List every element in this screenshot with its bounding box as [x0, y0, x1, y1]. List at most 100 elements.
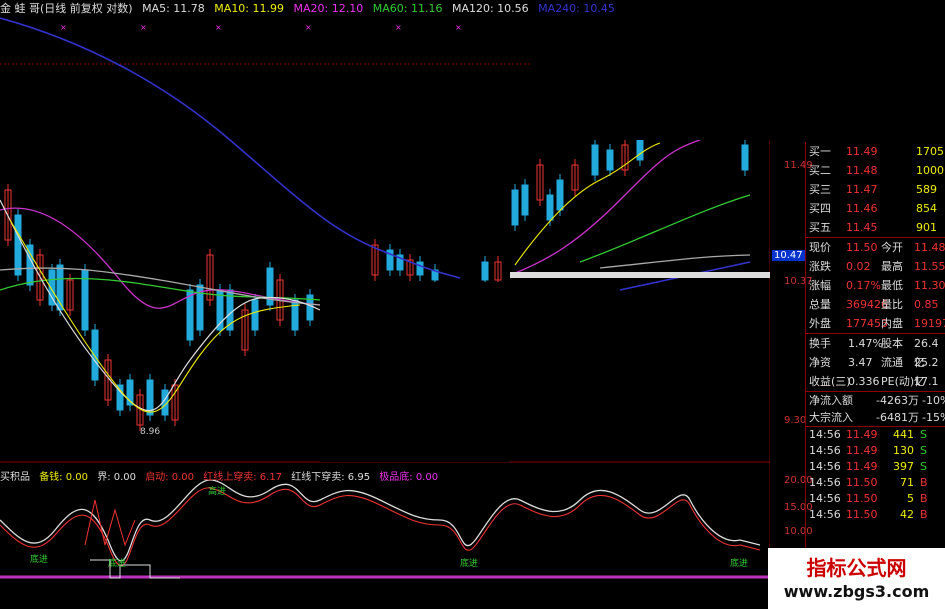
- trade-volume: 71: [900, 476, 914, 489]
- ma120-label: MA120: 10.56: [451, 2, 529, 15]
- trade-volume: 441: [893, 428, 914, 441]
- trade-row: 14:56 11.50 5 B: [806, 491, 945, 507]
- svg-text:×: ×: [455, 23, 462, 32]
- stats-list: 现价 11.50 今开 11.48 涨跌 0.02 最高 11.55 涨幅 0.17% 最低 11.3…: [806, 238, 945, 333]
- price-axis: 11.49 10.47 10.37 9.30 20.00 15.00 10.00: [760, 0, 813, 609]
- indicator-name: 买积品: [0, 472, 30, 483]
- stat-row: 现价 11.50 今开 11.48: [806, 238, 945, 257]
- stat-row: 涨跌 0.02 最高 11.55: [806, 257, 945, 276]
- indicator-white-line: [0, 479, 761, 562]
- bid-volume: 589: [916, 183, 937, 196]
- ma240-label: MA240: 10.45: [538, 2, 615, 15]
- trade-row: 14:56 11.50 71 B: [806, 475, 945, 491]
- bid-volume: 1705: [916, 145, 944, 158]
- trade-price: 11.49: [846, 460, 878, 473]
- stat-label: 净资: [809, 356, 831, 369]
- stat-value: 0.85: [914, 298, 939, 311]
- price-chart[interactable]: 8.96 × × × × × ×: [0, 0, 770, 609]
- bid-row: 买三 11.47 589: [806, 180, 945, 199]
- svg-text:×: ×: [395, 23, 402, 32]
- trade-price: 11.50: [846, 492, 878, 505]
- stat-label: 现价: [809, 241, 831, 254]
- stat-value: 11.50: [846, 241, 878, 254]
- stat-value: 0.02: [846, 260, 871, 273]
- flow-row: 大宗流入 -6481万-15%: [806, 409, 945, 426]
- stat-label: PE(动): [881, 375, 915, 388]
- trade-time: 14:56: [809, 508, 841, 521]
- trade-price: 11.50: [846, 476, 878, 489]
- signal-marker: 底进: [108, 559, 127, 569]
- signal-marker: 高进: [208, 487, 227, 497]
- bid-label: 买三: [809, 183, 831, 196]
- low-price-label: 8.96: [140, 427, 160, 437]
- bid-price: 11.49: [846, 145, 878, 158]
- signal-marker: 底进: [460, 559, 479, 569]
- bid-price: 11.45: [846, 221, 878, 234]
- signal-marker: 底进: [30, 555, 49, 565]
- stat-row: 净资 3.47 流通 25.2亿: [806, 353, 945, 388]
- trade-list: 14:56 11.49 441 S 14:56 11.49 130 S 14:56 11.49 39…: [806, 427, 945, 523]
- stat-label: 外盘: [809, 317, 831, 330]
- trade-volume: 42: [900, 508, 914, 521]
- bid-price: 11.47: [846, 183, 878, 196]
- watermark-url: www.zbgs3.com: [783, 582, 930, 601]
- trade-volume: 397: [893, 460, 914, 473]
- trade-price: 11.49: [846, 428, 878, 441]
- indicator-item: 启动: 0.00: [145, 472, 195, 483]
- trade-price: 11.50: [846, 508, 878, 521]
- ma60-label: MA60: 11.16: [372, 2, 443, 15]
- bid-row: 买二 11.48 1000: [806, 161, 945, 180]
- trade-side: B: [920, 508, 928, 521]
- stat-label: 涨跌: [809, 260, 831, 273]
- stat-value: 0.17%: [846, 279, 881, 292]
- stat-row: 总量 369426 量比 0.85: [806, 295, 945, 314]
- bid-label: 买四: [809, 202, 831, 215]
- stat-label: 流通: [881, 356, 903, 369]
- moving-average-legend: 金 蛙 哥(日线 前复权 对数) MA5: 11.78 MA10: 11.99 …: [0, 0, 770, 18]
- watermark-title: 指标公式网: [806, 556, 907, 580]
- trade-time: 14:56: [809, 460, 841, 473]
- trade-price: 11.49: [846, 444, 878, 457]
- current-price-tag: 10.47: [772, 250, 805, 261]
- indicator-item: 红线上穿卖: 6.17: [203, 472, 283, 483]
- flow-label: 大宗流入: [809, 411, 853, 424]
- trade-volume: 5: [907, 492, 914, 505]
- stat-label: 最低: [881, 279, 903, 292]
- flow-value: -6481万: [876, 411, 919, 424]
- indicator-item: 界: 0.00: [97, 472, 137, 483]
- stat-value: 3.47: [848, 356, 873, 369]
- bid-volume: 1000: [916, 164, 944, 177]
- trade-side: S: [920, 428, 927, 441]
- stat-label: 今开: [881, 241, 903, 254]
- stat-label: 换手: [809, 337, 831, 350]
- ma20-label: MA20: 12.10: [293, 2, 364, 15]
- flow-row: 净流入额 -4263万-10%: [806, 392, 945, 409]
- flow-value: -4263万: [876, 394, 919, 407]
- trade-side: S: [920, 444, 927, 457]
- stat-label: 内盘: [881, 317, 903, 330]
- svg-text:×: ×: [215, 23, 222, 32]
- stat-label: 总量: [809, 298, 831, 311]
- bid-row: 买一 11.49 1705: [806, 142, 945, 161]
- trade-side: S: [920, 460, 927, 473]
- flow-percent: -10%: [922, 394, 945, 407]
- stat-row: 收益(三) 0.336 PE(动) 17.1: [806, 372, 945, 391]
- bid-label: 买五: [809, 221, 831, 234]
- bid-list: 买一 11.49 1705 买二 11.48 1000 买三 11.47 589 买四 11.46 8…: [806, 142, 945, 237]
- indicator-step-line: [90, 559, 180, 579]
- trade-row: 14:56 11.49 130 S: [806, 443, 945, 459]
- stat-value: 17.1: [914, 375, 939, 388]
- stat-row: 涨幅 0.17% 最低 11.30: [806, 276, 945, 295]
- bid-price: 11.48: [846, 164, 878, 177]
- stat-label: 量比: [881, 298, 903, 311]
- stat-row: 外盘177453内盘191973: [806, 314, 945, 333]
- trade-volume: 130: [893, 444, 914, 457]
- svg-text:×: ×: [140, 23, 147, 32]
- stats-list-2: 换手 1.47% 股本 26.4亿 净资 3.47 流通 25.2亿 收益(三) 0.336 PE(…: [806, 334, 945, 391]
- chart-title: 金 蛙 哥(日线 前复权 对数): [0, 2, 133, 15]
- ma10-line: [514, 142, 661, 266]
- ma5-label: MA5: 11.78: [142, 2, 205, 15]
- trade-time: 14:56: [809, 492, 841, 505]
- stat-row: 换手 1.47% 股本 26.4亿: [806, 334, 945, 369]
- trade-row: 14:56 11.50 42 B: [806, 507, 945, 523]
